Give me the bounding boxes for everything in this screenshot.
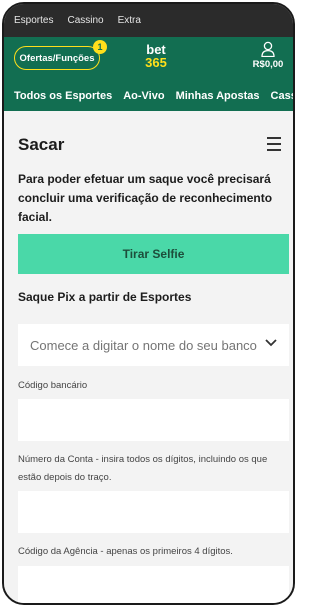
bank-search-placeholder: Comece a digitar o nome do seu banco [30,337,257,353]
page-title: Sacar [18,135,65,154]
account-number-label: Número da Conta - insira todos os dígito… [18,454,268,483]
chevron-down-icon [265,339,277,347]
bank-code-field[interactable] [18,399,289,441]
phone-frame: Esportes Cassino Extra Ofertas/Funções 1… [2,2,295,605]
account-balance: R$0,00 [252,59,284,70]
withdraw-page: Sacar Para poder efetuar um saque você p… [4,111,293,603]
account-number-field[interactable] [18,491,289,533]
logo-text-365: 365 [145,55,167,70]
bet365-logo[interactable]: bet 365 [138,43,174,69]
offers-count-badge: 1 [93,40,107,54]
top-links-bar: Esportes Cassino Extra [4,4,293,37]
account-button[interactable]: R$0,00 [251,41,285,70]
section-title: Saque Pix a partir de Esportes [18,290,192,304]
topbar-link-esportes[interactable]: Esportes [14,15,53,26]
site-header: Ofertas/Funções 1 bet 365 R$0,00 [4,37,293,80]
offers-button-label: Ofertas/Funções [19,52,95,64]
bank-code-label: Código bancário [18,380,88,391]
verification-info-text: Para poder efetuar um saque você precisa… [18,172,273,224]
agency-code-field[interactable] [18,566,289,603]
user-icon [261,41,275,57]
nav-item-todos-os-esportes[interactable]: Todos os Esportes [14,90,112,102]
take-selfie-button[interactable]: Tirar Selfie [18,234,289,274]
nav-item-minhas-apostas[interactable]: Minhas Apostas [176,90,260,102]
main-nav: Todos os Esportes Ao-Vivo Minhas Apostas… [4,80,293,111]
nav-item-ao-vivo[interactable]: Ao-Vivo [123,90,164,102]
offers-button[interactable]: Ofertas/Funções [14,46,100,70]
topbar-link-extra[interactable]: Extra [118,15,141,26]
topbar-link-cassino[interactable]: Cassino [67,15,103,26]
agency-code-label: Código da Agência - apenas os primeiros … [18,546,233,557]
nav-item-cassino[interactable]: Cassino [271,90,293,102]
bank-search-select[interactable]: Comece a digitar o nome do seu banco [18,324,289,366]
hamburger-menu-icon[interactable] [267,137,281,155]
